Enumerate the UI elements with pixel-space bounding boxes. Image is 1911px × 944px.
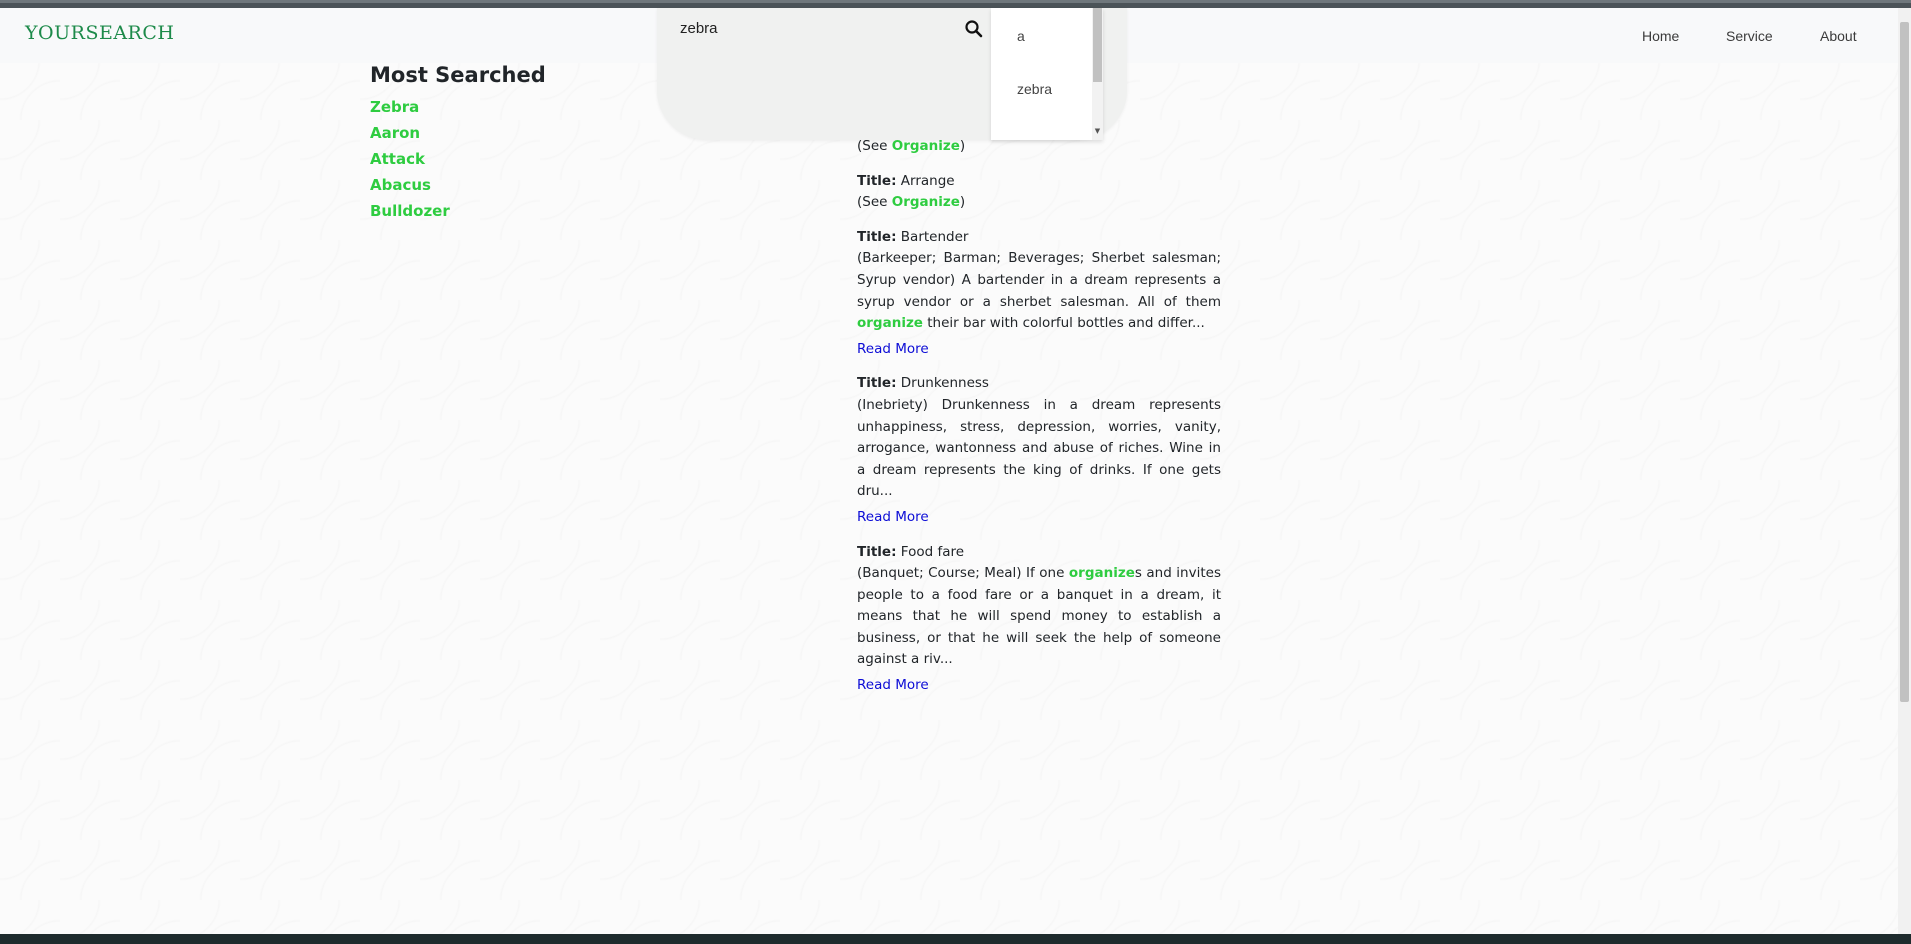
result-title-text: Drunkenness [900,375,989,392]
see-prefix: (See [857,194,892,211]
description-text: (Barkeeper; Barman; Beverages; Sherbet s… [857,250,1221,310]
result-entry: (See Organize) [857,136,1221,158]
result-entry: Title: Food fare (Banquet; Course; Meal)… [857,542,1221,697]
most-searched-item[interactable]: Abacus [370,176,450,202]
read-more-link[interactable]: Read More [857,507,1221,529]
see-link[interactable]: Organize [892,194,960,210]
nav-home-link[interactable]: Home [1642,28,1679,44]
page-scroll-thumb[interactable] [1900,22,1909,702]
result-title-text: Bartender [900,228,969,245]
most-searched-item[interactable]: Bulldozer [370,202,450,228]
see-prefix: (See [857,138,892,154]
result-title-text: Food fare [900,543,965,560]
result-description: (Barkeeper; Barman; Beverages; Sherbet s… [857,248,1221,334]
suggestions-scroll-thumb[interactable] [1093,8,1102,82]
title-label: Title: [857,172,897,189]
read-more-link[interactable]: Read More [857,339,1221,361]
suggestion-item[interactable]: a [1017,28,1025,44]
see-suffix: ) [959,138,966,154]
result-entry: Title: Bartender (Barkeeper; Barman; Bev… [857,227,1221,361]
read-more-link[interactable]: Read More [857,675,1221,697]
result-title: Title: Bartender [857,227,1221,249]
browser-top-highlight [0,0,1911,3]
keyword-highlight[interactable]: organize [857,315,923,331]
brand-logo[interactable]: YOURSEARCH [25,22,174,44]
search-icon[interactable] [964,19,984,39]
most-searched-item[interactable]: Zebra [370,98,450,124]
result-entry: Title: Drunkenness (Inebriety) Drunkenne… [857,373,1221,528]
most-searched-title: Most Searched [370,63,546,87]
result-entry: Title: Arrange (See Organize) [857,171,1221,214]
most-searched-item[interactable]: Attack [370,150,450,176]
result-title-text: Arrange [900,172,955,189]
title-label: Title: [857,228,897,245]
suggestions-dropdown[interactable]: a zebra [991,8,1103,140]
see-link[interactable]: Organize [892,138,960,154]
description-text: (Banquet; Course; Meal) If one [857,565,1069,582]
most-searched-list: Zebra Aaron Attack Abacus Bulldozer [370,98,450,228]
search-input[interactable] [680,14,970,42]
title-label: Title: [857,375,897,392]
suggestion-item[interactable]: zebra [1017,81,1052,97]
result-see-also: (See Organize) [857,192,1221,214]
result-see-also: (See Organize) [857,136,1221,158]
result-description: (Banquet; Course; Meal) If one organizes… [857,563,1221,671]
most-searched-item[interactable]: Aaron [370,124,450,150]
result-description: (Inebriety) Drunkenness in a dream repre… [857,395,1221,503]
result-title: Title: Drunkenness [857,373,1221,395]
result-title: Title: Food fare [857,542,1221,564]
os-taskbar [0,934,1911,944]
description-text: their bar with colorful bottles and diff… [922,315,1205,332]
nav-service-link[interactable]: Service [1726,28,1773,44]
see-suffix: ) [959,194,966,211]
scroll-down-arrow-icon[interactable]: ▼ [1093,126,1102,136]
result-title: Title: Arrange [857,171,1221,193]
keyword-highlight[interactable]: organize [1069,565,1135,581]
title-label: Title: [857,543,897,560]
search-results: (See Organize) Title: Arrange (See Organ… [857,136,1221,710]
nav-about-link[interactable]: About [1820,28,1857,44]
description-text: (Inebriety) Drunkenness in a dream repre… [857,396,1221,500]
